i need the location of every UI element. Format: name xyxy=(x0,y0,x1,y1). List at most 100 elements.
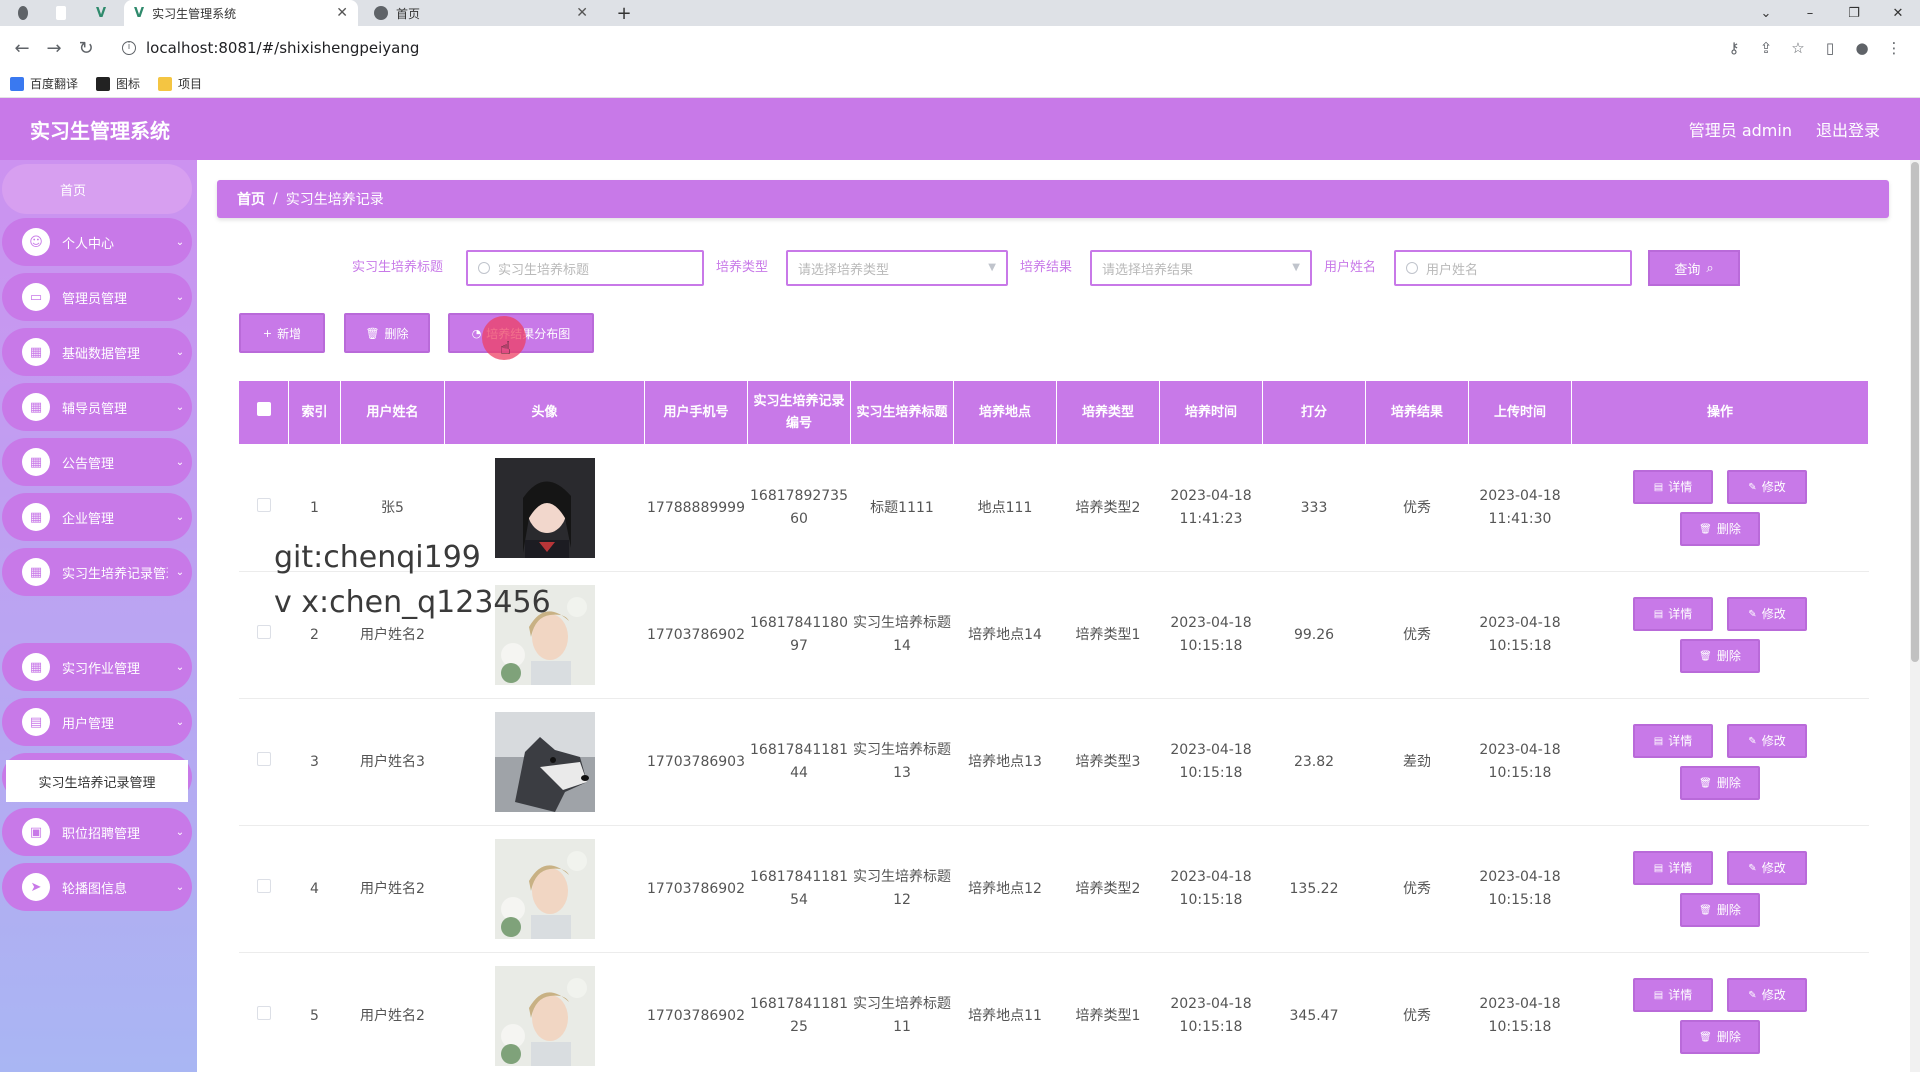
edit-button[interactable]: ✎ 修改 xyxy=(1727,470,1807,504)
sidebar-item-5[interactable]: ▦ 企业管理 ⌄ xyxy=(2,493,192,541)
table-row: 5 用户姓名2 17703786902 1681784118125 实习生培养标题11 培… xyxy=(238,952,1869,1072)
cell-result: 优秀 xyxy=(1365,825,1469,953)
info-icon[interactable]: i xyxy=(122,41,136,55)
delete-row-button[interactable]: 🗑 删除 xyxy=(1680,766,1760,800)
key-icon[interactable]: ⚷ xyxy=(1718,39,1750,57)
pencil-icon: ✎ xyxy=(1748,989,1757,1001)
bookmark-project[interactable]: 项目 xyxy=(158,75,202,92)
breadcrumb-home[interactable]: 首页 xyxy=(237,189,265,209)
header-select-all[interactable] xyxy=(238,380,289,445)
name-filter-label: 用户姓名 xyxy=(1324,260,1377,275)
pencil-icon: ✎ xyxy=(1748,862,1757,874)
sidebar-item-4[interactable]: ▦ 公告管理 ⌄ xyxy=(2,438,192,486)
table-row: 3 用户姓名3 17703786903 1681784118144 实习生培养标题13 培… xyxy=(238,698,1869,826)
cell-title: 标题1111 xyxy=(850,444,954,572)
menu-icon[interactable]: ⋮ xyxy=(1878,39,1910,57)
cell-ops: ▤ 详情 ✎ 修改 🗑 删除 xyxy=(1571,952,1869,1072)
chat-icon: ▭ xyxy=(22,283,50,311)
globe-icon xyxy=(18,6,28,20)
result-filter-label: 培养结果 xyxy=(1020,260,1073,275)
sidebar-item-label: 管理员管理 xyxy=(62,291,128,307)
tab-search-icon[interactable]: ⌄ xyxy=(1744,6,1788,21)
cell-score: 333 xyxy=(1262,444,1366,572)
edit-button[interactable]: ✎ 修改 xyxy=(1727,851,1807,885)
add-button[interactable]: + 新增 xyxy=(239,313,325,353)
edit-button[interactable]: ✎ 修改 xyxy=(1727,597,1807,631)
tab-pinned-2[interactable] xyxy=(46,0,76,26)
bookmark-icons[interactable]: 图标 xyxy=(96,75,140,92)
delete-row-button[interactable]: 🗑 删除 xyxy=(1680,512,1760,546)
sidebar-item-7[interactable]: ▦ 实习作业管理 ⌄ xyxy=(2,643,192,691)
result-filter-select[interactable]: 请选择培养结果 ▼ xyxy=(1090,250,1312,286)
profile-icon[interactable]: ● xyxy=(1846,39,1878,57)
star-icon[interactable]: ☆ xyxy=(1782,39,1814,57)
detail-button[interactable]: ▤ 详情 xyxy=(1633,851,1713,885)
sidebar-subitem-training-records[interactable]: 实习生培养记录管理 xyxy=(6,760,188,802)
minimize-icon[interactable]: – xyxy=(1788,6,1832,21)
breadcrumb: 首页 / 实习生培养记录 xyxy=(217,180,1889,218)
edit-button[interactable]: ✎ 修改 xyxy=(1727,978,1807,1012)
detail-button[interactable]: ▤ 详情 xyxy=(1633,724,1713,758)
edit-button[interactable]: ✎ 修改 xyxy=(1727,724,1807,758)
url-field[interactable]: i localhost:8081/#/shixishengpeiyang xyxy=(112,32,1712,64)
sidebar-item-6[interactable]: ▦ 实习生培养记录管理 ⌄ xyxy=(2,548,192,596)
detail-button[interactable]: ▤ 详情 xyxy=(1633,597,1713,631)
reload-icon[interactable]: ↻ xyxy=(70,38,102,59)
new-tab-button[interactable]: + xyxy=(606,0,642,26)
checkbox[interactable] xyxy=(256,751,271,766)
type-filter-select[interactable]: 请选择培养类型 ▼ xyxy=(786,250,1008,286)
logout-link[interactable]: 退出登录 xyxy=(1816,117,1880,141)
browser-toolbar: ⚷ ⇪ ☆ ▯ ● ⋮ xyxy=(1718,26,1910,70)
tab-active[interactable]: V 实习生管理系统 ✕ xyxy=(124,0,358,26)
checkbox[interactable] xyxy=(256,497,271,512)
forward-icon[interactable]: → xyxy=(38,38,70,59)
cell-type: 培养类型1 xyxy=(1056,571,1160,699)
header-code: 实习生培养记录编号 xyxy=(747,380,851,445)
cell-score: 345.47 xyxy=(1262,952,1366,1072)
detail-button[interactable]: ▤ 详情 xyxy=(1633,470,1713,504)
header-index: 索引 xyxy=(288,380,341,445)
title-filter-input[interactable]: 实习生培养标题 xyxy=(466,250,704,286)
scrollbar-thumb[interactable] xyxy=(1911,162,1919,662)
sidebar-item-home[interactable]: 首页 xyxy=(2,164,192,214)
query-button[interactable]: 查询 ⌕ xyxy=(1648,250,1740,286)
cell-type: 培养类型3 xyxy=(1056,698,1160,826)
checkbox[interactable] xyxy=(256,878,271,893)
sidebar-item-11[interactable]: ➤ 轮播图信息 ⌄ xyxy=(2,863,192,911)
close-icon[interactable]: ✕ xyxy=(576,5,588,21)
share-icon[interactable]: ⇪ xyxy=(1750,39,1782,57)
delete-button[interactable]: 🗑 删除 xyxy=(344,313,430,353)
tab-pinned-1[interactable] xyxy=(8,0,38,26)
bookmark-baidu-translate[interactable]: 百度翻译 xyxy=(10,75,78,92)
back-icon[interactable]: ← xyxy=(6,38,38,59)
header-type: 培养类型 xyxy=(1056,380,1160,445)
chevron-down-icon: ⌄ xyxy=(175,346,185,358)
sidebar-item-2[interactable]: ▦ 基础数据管理 ⌄ xyxy=(2,328,192,376)
translate-icon xyxy=(10,76,24,91)
breadcrumb-separator: / xyxy=(273,191,278,207)
chevron-down-icon: ⌄ xyxy=(175,456,185,468)
name-filter-input[interactable]: 用户姓名 xyxy=(1394,250,1632,286)
restore-icon[interactable]: ❐ xyxy=(1832,6,1876,21)
close-icon[interactable]: ✕ xyxy=(336,5,348,21)
tab-pinned-3[interactable]: V xyxy=(86,0,116,26)
detail-button[interactable]: ▤ 详情 xyxy=(1633,978,1713,1012)
checkbox[interactable] xyxy=(256,1005,271,1020)
sidepanel-icon[interactable]: ▯ xyxy=(1814,39,1846,57)
sidebar-item-8[interactable]: ▤ 用户管理 ⌄ xyxy=(2,698,192,746)
bookmarks-bar: 百度翻译 图标 项目 xyxy=(0,70,1920,98)
cell-index: 4 xyxy=(288,825,341,953)
sidebar-item-3[interactable]: ▦ 辅导员管理 ⌄ xyxy=(2,383,192,431)
delete-row-button[interactable]: 🗑 删除 xyxy=(1680,893,1760,927)
checkbox[interactable] xyxy=(256,624,271,639)
cell-result: 优秀 xyxy=(1365,952,1469,1072)
delete-row-button[interactable]: 🗑 删除 xyxy=(1680,1020,1760,1054)
sidebar-item-10[interactable]: ▣ 职位招聘管理 ⌄ xyxy=(2,808,192,856)
cell-code: 1681789273560 xyxy=(747,444,851,572)
close-window-icon[interactable]: ✕ xyxy=(1876,6,1920,21)
hand-cursor-icon: ☝ xyxy=(500,338,511,359)
checkbox[interactable] xyxy=(256,401,271,416)
header-place: 培养地点 xyxy=(953,380,1057,445)
tab-home[interactable]: 首页 ✕ xyxy=(364,0,598,26)
delete-row-button[interactable]: 🗑 删除 xyxy=(1680,639,1760,673)
